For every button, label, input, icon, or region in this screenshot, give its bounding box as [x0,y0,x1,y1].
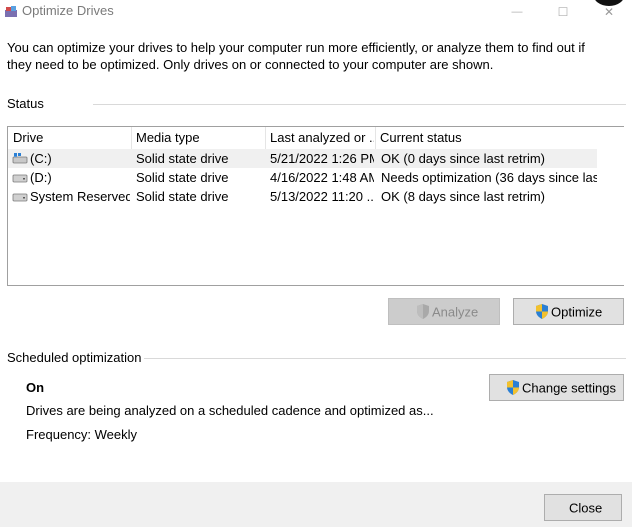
change-settings-label: Change settings [522,380,616,395]
list-scroll-area [597,127,624,285]
drive-name: (C:) [30,151,52,166]
uac-shield-icon [507,380,519,395]
column-header-current-status[interactable]: Current status [380,127,596,149]
close-icon: ✕ [603,5,615,19]
hard-drive-icon [12,174,28,183]
maximize-icon: ☐ [557,5,569,19]
dialog-footer: Close [0,482,632,527]
drive-name: (D:) [30,170,52,185]
scheduled-section-label: Scheduled optimization [7,350,142,365]
drives-list[interactable]: Drive Media type Last analyzed or ... Cu… [7,126,624,286]
system-drive-icon [12,153,28,164]
drive-name: System Reserved [30,189,130,204]
schedule-frequency: Frequency: Weekly [26,427,138,442]
analyze-label: Analyze [432,304,479,319]
intro-text: You can optimize your drives to help you… [7,40,585,72]
column-header-last-analyzed[interactable]: Last analyzed or ... [270,127,374,149]
last-analyzed: 5/13/2022 11:20 ... [270,189,374,204]
close-button[interactable]: Close [544,494,622,521]
shield-icon [417,304,429,319]
drive-row-d[interactable]: (D:) Solid state drive 4/16/2022 1:48 AM… [8,168,597,187]
schedule-description: Drives are being analyzed on a scheduled… [26,403,434,418]
drive-row-system-reserved[interactable]: System Reserved Solid state drive 5/13/2… [8,187,597,206]
schedule-state: On [26,380,45,395]
column-separator[interactable] [265,127,266,149]
media-type: Solid state drive [136,170,229,185]
column-header-drive[interactable]: Drive [13,127,131,149]
drive-row-c[interactable]: (C:) Solid state drive 5/21/2022 1:26 PM… [8,149,597,168]
current-status: OK (8 days since last retrim) [381,189,545,204]
media-type: Solid state drive [136,151,229,166]
analyze-button[interactable]: Analyze [388,298,500,325]
last-analyzed: 4/16/2022 1:48 AM [270,170,374,185]
maximize-button[interactable]: ☐ [540,0,586,24]
column-header-media-type[interactable]: Media type [136,127,261,149]
current-status: OK (0 days since last retrim) [381,151,545,166]
column-separator[interactable] [131,127,132,149]
last-analyzed: 5/21/2022 1:26 PM [270,151,374,166]
optimize-button[interactable]: Optimize [513,298,624,325]
optimize-label: Optimize [551,304,603,319]
scheduled-divider [144,358,626,359]
minimize-icon: — [511,6,523,18]
column-separator[interactable] [375,127,376,149]
status-section-label: Status [7,96,44,111]
status-divider [93,104,626,105]
title-bar: Optimize Drives — ☐ ✕ [0,0,632,24]
current-status: Needs optimization (36 days since last..… [381,170,597,185]
media-type: Solid state drive [136,189,229,204]
close-label: Close [569,500,603,515]
minimize-button[interactable]: — [494,0,540,24]
uac-shield-icon [536,304,548,319]
change-settings-button[interactable]: Change settings [489,374,624,401]
window-title: Optimize Drives [22,3,114,18]
hard-drive-icon [12,193,28,202]
optimize-drives-app-icon [5,6,17,17]
